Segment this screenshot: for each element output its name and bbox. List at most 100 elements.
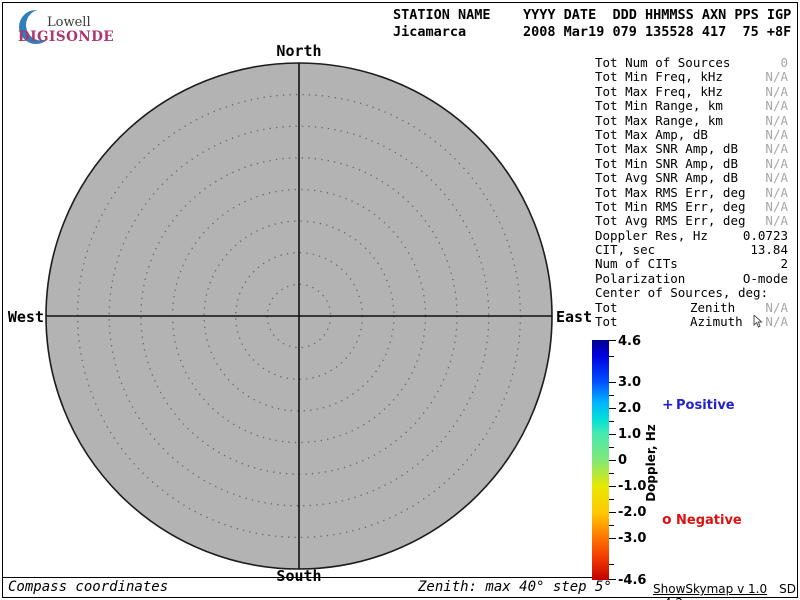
- app-version: ShowSkymap v 1.0: [653, 582, 767, 596]
- stat-value: 13.84: [750, 243, 788, 257]
- stat-value: N/A: [765, 142, 788, 156]
- stat-row: Tot Min RMS Err, deg N/A: [595, 200, 788, 214]
- stat-value: 0: [780, 56, 788, 70]
- colorbar-tick: [609, 473, 614, 474]
- legend-negative-label: Negative: [676, 513, 742, 528]
- colorbar-tick: [609, 499, 614, 500]
- colorbar-tick: [609, 340, 616, 341]
- compass-label-east: East: [556, 308, 592, 326]
- legend-positive-label: Positive: [676, 398, 735, 413]
- stat-label: Tot Num of Sources: [595, 56, 730, 70]
- stat-value: N/A: [765, 128, 788, 142]
- version-info: ShowSkymap v 1.0SD v 4.2: [653, 582, 800, 600]
- stat-label: Tot Min Freq, kHz: [595, 70, 723, 84]
- stat-label: Center of Sources, deg:: [595, 286, 768, 300]
- stat-row: Tot Min Range, km N/A: [595, 99, 788, 113]
- zenith-range-label: Zenith: max 40° step 5°: [418, 579, 612, 595]
- stat-value: N/A: [765, 157, 788, 171]
- stat-value: N/A: [765, 99, 788, 113]
- stat-label: Tot Max RMS Err, deg: [595, 186, 746, 200]
- stat-row: Doppler Res, Hz 0.0723: [595, 229, 788, 243]
- header-values: Jicamarca 2008 Mar19 079 135528 417 75 +…: [393, 24, 791, 40]
- stat-row: Tot Max RMS Err, deg N/A: [595, 186, 788, 200]
- stat-value: N/A: [765, 214, 788, 228]
- colorbar-tick-label: -3.0: [618, 531, 662, 545]
- stat-value: N/A: [765, 70, 788, 84]
- colorbar-tick: [609, 525, 614, 526]
- mouse-cursor-icon: [753, 315, 763, 328]
- plus-marker-icon: +: [662, 397, 676, 413]
- colorbar-tick: [609, 447, 614, 448]
- colorbar-tick: [609, 434, 616, 435]
- colorbar-tick: [609, 356, 614, 357]
- colorbar-axis-label: Doppler, Hz: [644, 398, 658, 528]
- compass-label-north: North: [149, 42, 449, 60]
- stat-value: N/A: [765, 85, 788, 99]
- stat-label: Tot Max SNR Amp, dB: [595, 142, 738, 156]
- stat-value: N/A: [765, 114, 788, 128]
- header-columns: STATION NAME YYYY DATE DDD HHMMSS AXN PP…: [393, 7, 791, 23]
- doppler-colorbar: [592, 340, 609, 580]
- colorbar-tick: [609, 486, 616, 487]
- stat-label: Doppler Res, Hz: [595, 229, 708, 243]
- stat-label: Tot: [595, 315, 618, 329]
- stat-value: O-mode: [743, 272, 788, 286]
- colorbar-tick-label: 4.6: [618, 334, 662, 348]
- colorbar-tick-label: 3.0: [618, 375, 662, 389]
- colorbar-tick: [609, 421, 614, 422]
- stat-row: Tot Max Freq, kHz N/A: [595, 85, 788, 99]
- stat-row: Tot Avg SNR Amp, dB N/A: [595, 171, 788, 185]
- stat-label: Tot: [595, 301, 618, 315]
- logo-digisonde: DIGISONDE: [18, 29, 114, 45]
- stat-row: Tot Min Freq, kHz N/A: [595, 70, 788, 84]
- stat-row: Tot Zenith N/A: [595, 301, 788, 315]
- stat-row: Num of CITs 2: [595, 257, 788, 271]
- compass-label-west: West: [4, 308, 44, 326]
- stat-value: N/A: [765, 186, 788, 200]
- stat-value: 0.0723: [743, 229, 788, 243]
- colorbar-tick: [609, 538, 616, 539]
- legend-positive: +Positive: [662, 397, 735, 413]
- stat-value: N/A: [765, 315, 788, 329]
- logo-lowell: Lowell: [47, 15, 91, 30]
- stat-sublabel: Zenith: [690, 301, 735, 315]
- stat-value: N/A: [765, 171, 788, 185]
- stat-label: Tot Min RMS Err, deg: [595, 200, 746, 214]
- stat-row: Tot Max Amp, dB N/A: [595, 128, 788, 142]
- stat-value: N/A: [765, 200, 788, 214]
- stat-label: Tot Avg SNR Amp, dB: [595, 171, 738, 185]
- stat-row: Tot Max Range, km N/A: [595, 114, 788, 128]
- stat-label: Tot Min SNR Amp, dB: [595, 157, 738, 171]
- stat-label: CIT, sec: [595, 243, 655, 257]
- stat-label: Tot Avg RMS Err, deg: [595, 214, 746, 228]
- stat-row: Tot Num of Sources 0: [595, 56, 788, 70]
- stat-section-header: Center of Sources, deg:: [595, 286, 788, 300]
- stat-row: Tot Avg RMS Err, deg N/A: [595, 214, 788, 228]
- colorbar-tick: [609, 408, 616, 409]
- stat-row: Polarization O-mode: [595, 272, 788, 286]
- stat-row: CIT, sec 13.84: [595, 243, 788, 257]
- coordinate-system-label: Compass coordinates: [8, 579, 168, 595]
- stat-label: Polarization: [595, 272, 685, 286]
- stat-label: Tot Max Amp, dB: [595, 128, 708, 142]
- stat-value: N/A: [765, 301, 788, 315]
- colorbar-tick: [609, 512, 616, 513]
- compass-label-south: South: [149, 567, 449, 585]
- colorbar-tick: [609, 460, 616, 461]
- showskymap-window: Lowell DIGISONDE STATION NAME YYYY DATE …: [0, 0, 800, 600]
- stat-row: Tot Max SNR Amp, dB N/A: [595, 142, 788, 156]
- stat-label: Tot Max Range, km: [595, 114, 723, 128]
- legend-negative: oNegative: [662, 512, 742, 528]
- stat-row: Tot Min SNR Amp, dB N/A: [595, 157, 788, 171]
- stats-panel: Tot Num of Sources 0 Tot Min Freq, kHz N/A…: [595, 56, 788, 329]
- stat-label: Num of CITs: [595, 257, 678, 271]
- status-bar-divider: [3, 577, 592, 578]
- stat-sublabel: Azimuth: [690, 315, 743, 329]
- stat-label: Tot Max Freq, kHz: [595, 85, 723, 99]
- circle-marker-icon: o: [662, 512, 676, 528]
- colorbar-tick: [609, 395, 614, 396]
- stat-label: Tot Min Range, km: [595, 99, 723, 113]
- colorbar-tick: [609, 564, 614, 565]
- stat-value: 2: [780, 257, 788, 271]
- colorbar-tick: [609, 382, 616, 383]
